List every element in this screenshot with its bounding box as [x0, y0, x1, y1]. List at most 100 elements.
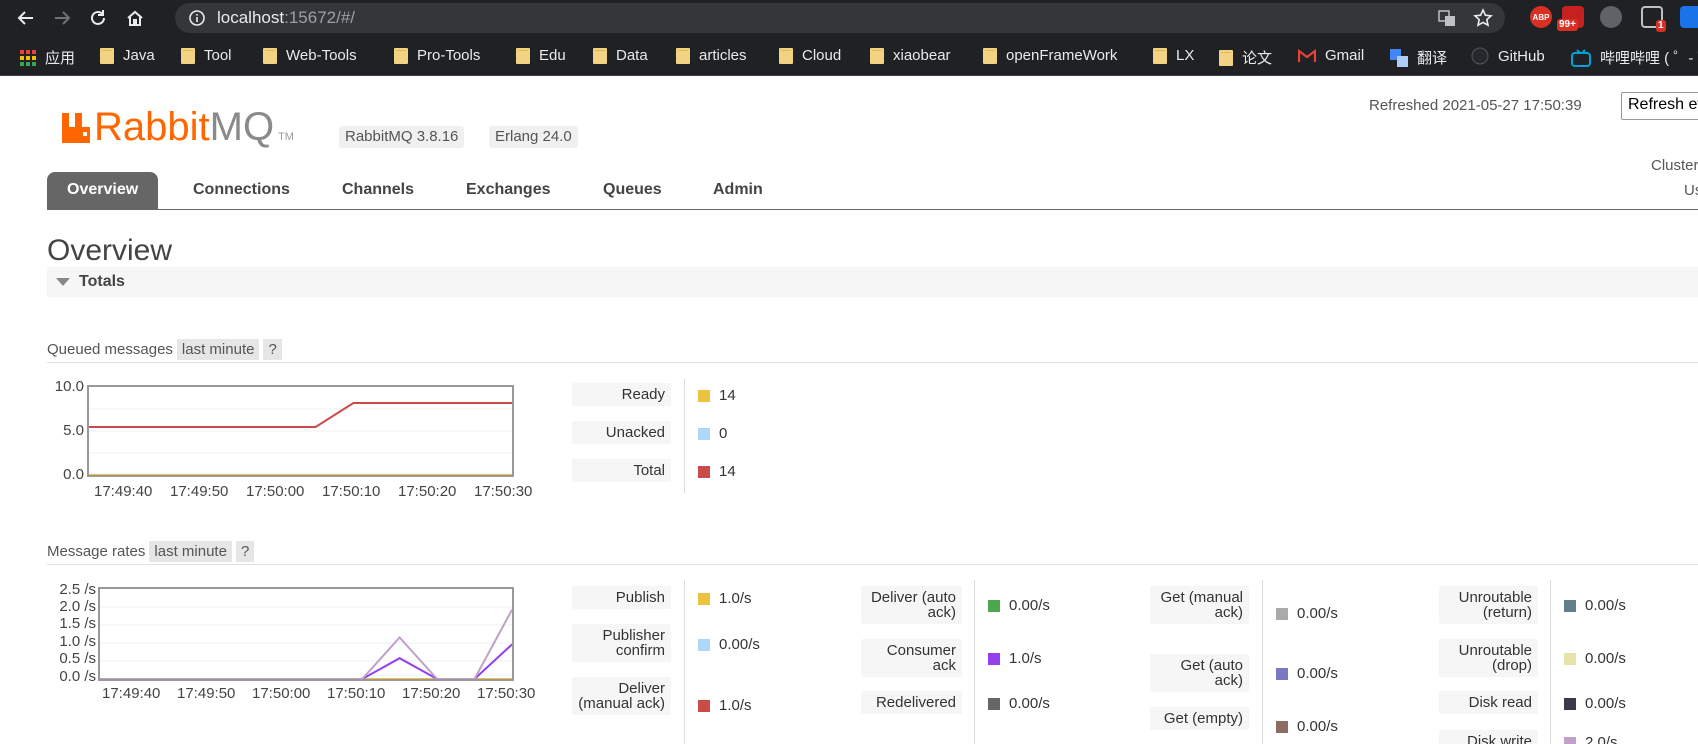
queued-range-selector[interactable]: last minute [176, 339, 260, 360]
tab-admin[interactable]: Admin [693, 172, 783, 210]
rate-value-deliver-manual-ack: 1.0/s [698, 697, 752, 714]
bookmark-openframework[interactable]: openFrameWork [983, 47, 1117, 64]
legend-swatch [988, 697, 1000, 710]
bookmark-pro-tools[interactable]: Pro-Tools [394, 47, 480, 64]
notification-badge: 99+ [1557, 19, 1578, 31]
queued-heading-text: Queued messages [47, 341, 173, 358]
queued-help-button[interactable]: ? [263, 339, 282, 360]
address-bar[interactable]: localhost:15672/#/ [175, 3, 1505, 33]
rabbitmq-logo[interactable]: RabbitMQ TM [60, 107, 294, 147]
bilibili-icon [1571, 48, 1591, 67]
value-text: 14 [719, 463, 736, 480]
tab-overview[interactable]: Overview [47, 172, 159, 210]
bookmark-label: GitHub [1498, 47, 1545, 65]
info-icon[interactable] [189, 10, 205, 26]
legend-swatch [1564, 736, 1576, 744]
value-text: 0.00/s [1585, 650, 1626, 667]
adblock-extension-icon[interactable]: ABP [1530, 6, 1552, 28]
legend-swatch [698, 465, 710, 478]
bookmarks-bar: 应用 Java Tool Web-Tools Pro-Tools Edu Dat… [0, 36, 1698, 76]
bookmark-articles[interactable]: articles [676, 47, 747, 64]
y-tick-label: 5.0 [63, 422, 84, 439]
adblock-label: ABP [1532, 12, 1550, 22]
url-host: localhost [217, 8, 285, 27]
totals-section-header[interactable]: Totals [47, 267, 1698, 297]
arrow-left-icon [17, 11, 33, 25]
folder-icon [516, 47, 530, 64]
tab-connections[interactable]: Connections [173, 172, 310, 210]
bookmark-cloud[interactable]: Cloud [779, 47, 841, 64]
logo-text: RabbitMQ [94, 107, 274, 147]
rate-value-deliver-auto-ack: 0.00/s [988, 597, 1050, 614]
legend-swatch [1276, 607, 1288, 620]
value-text: 0.00/s [1585, 695, 1626, 712]
bookmark-data[interactable]: Data [593, 47, 648, 64]
folder-icon [983, 47, 997, 64]
back-button[interactable] [12, 4, 40, 32]
home-button[interactable] [121, 4, 149, 32]
y-tick-label: 0.0 [63, 466, 84, 483]
forward-button[interactable] [48, 4, 76, 32]
section-title: Totals [79, 273, 125, 290]
column-separator [684, 580, 685, 744]
rate-value-get-empty: 0.00/s [1276, 718, 1338, 735]
bookmark-web-tools[interactable]: Web-Tools [263, 47, 357, 64]
folder-icon [870, 47, 884, 64]
bookmark-gmail[interactable]: Gmail [1298, 47, 1364, 64]
column-separator [1262, 580, 1263, 744]
bookmark-xiaobear[interactable]: xiaobear [870, 47, 951, 64]
logo-trademark: TM [278, 131, 294, 143]
rate-label-get-empty: Get (empty) [1150, 707, 1249, 730]
folder-icon [676, 47, 690, 64]
bookmark-label: xiaobear [893, 47, 951, 64]
column-separator [974, 580, 975, 744]
bookmark-tool[interactable]: Tool [181, 47, 232, 64]
rates-help-button[interactable]: ? [235, 541, 255, 562]
x-tick-label: 17:50:00 [246, 483, 305, 500]
bookmark-label: openFrameWork [1006, 47, 1118, 64]
tab-channels[interactable]: Channels [322, 172, 434, 210]
bookmark-lunwen[interactable]: 论文 [1219, 47, 1272, 68]
translate-page-icon[interactable] [1437, 8, 1457, 28]
y-tick-label: 0.0 /s [59, 668, 96, 685]
stat-label-unacked: Unacked [572, 421, 671, 444]
bookmark-apps[interactable]: 应用 [20, 47, 75, 68]
tab-queues[interactable]: Queues [583, 172, 682, 210]
reload-button[interactable] [84, 4, 112, 32]
rate-value-disk-write: 2.0/s [1564, 734, 1618, 744]
x-tick-label: 17:49:50 [170, 483, 229, 500]
chart-background [98, 587, 514, 681]
bookmark-github[interactable]: GitHub [1471, 47, 1545, 65]
value-text: 0.00/s [1009, 597, 1050, 614]
bookmark-translate[interactable]: 翻译 [1390, 47, 1447, 68]
folder-icon [1219, 49, 1233, 66]
bookmark-label: 翻译 [1417, 50, 1448, 67]
legend-swatch [1564, 599, 1576, 612]
rate-label-unroutable-drop: Unroutable (drop) [1439, 639, 1538, 677]
bookmark-edu[interactable]: Edu [516, 47, 566, 64]
rate-label-disk-read: Disk read [1439, 691, 1538, 714]
bookmark-bilibili[interactable]: 哔哩哔哩 ( ゜- ゜) [1571, 47, 1698, 68]
message-rates-chart [98, 587, 514, 681]
star-bookmark-icon[interactable] [1473, 8, 1493, 28]
reload-icon [91, 10, 105, 25]
rate-value-publish: 1.0/s [698, 590, 752, 607]
value-text: 0 [719, 425, 728, 442]
stat-value-unacked: 0 [698, 425, 727, 442]
divider [47, 564, 1698, 565]
bookmark-label: 应用 [45, 50, 76, 67]
y-tick-label: 1.5 /s [59, 615, 96, 632]
refresh-interval-select[interactable]: Refresh every 5 seconds [1621, 92, 1698, 120]
tab-exchanges[interactable]: Exchanges [446, 172, 570, 210]
rates-range-selector[interactable]: last minute [149, 541, 232, 562]
bookmark-lx[interactable]: LX [1153, 47, 1194, 64]
shield-extension-icon[interactable] [1600, 6, 1622, 28]
google-translate-extension-icon[interactable] [1680, 6, 1698, 28]
legend-swatch [698, 389, 710, 402]
folder-icon [779, 47, 793, 64]
rate-label-publish: Publish [572, 586, 671, 609]
logo-mq-text: MQ [209, 105, 275, 149]
bookmark-java[interactable]: Java [100, 47, 155, 64]
rate-value-get-manual-ack: 0.00/s [1276, 605, 1338, 622]
value-text: 0.00/s [1009, 695, 1050, 712]
